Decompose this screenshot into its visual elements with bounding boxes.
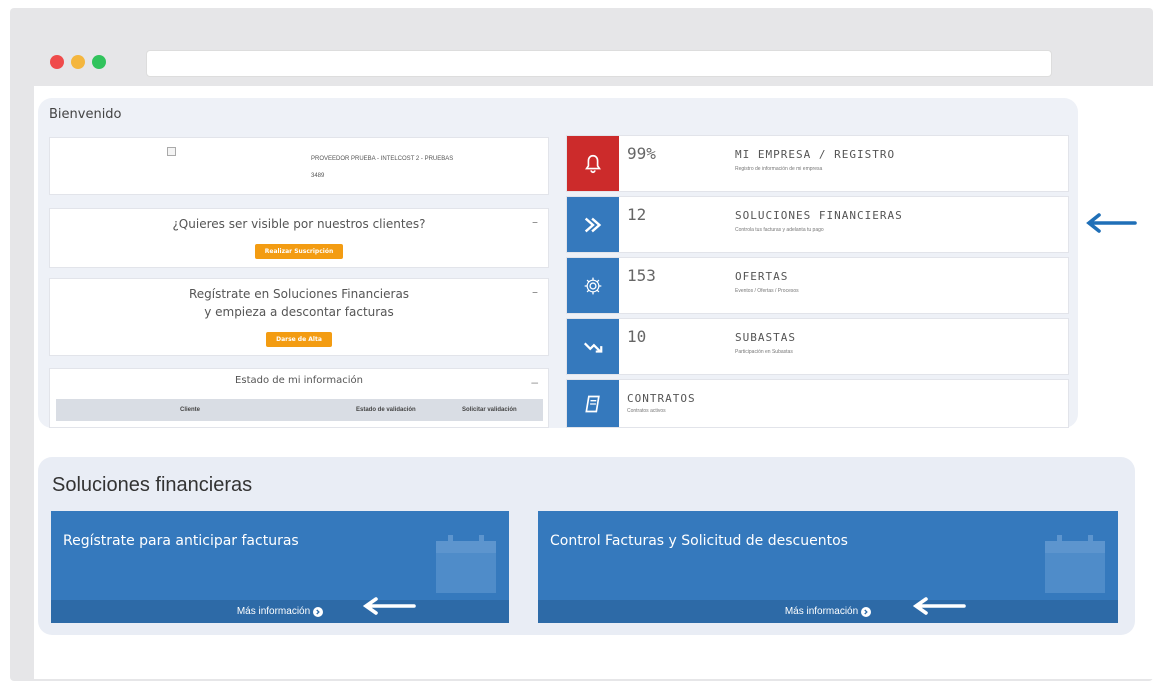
book-icon — [567, 380, 619, 427]
tile-title: SUBASTAS — [735, 331, 796, 344]
tile-offers[interactable]: 153 OFERTAS Eventos / Ofertas / Procesos — [566, 257, 1069, 314]
company-code: 3489 — [311, 173, 325, 179]
more-info-link[interactable]: Más información — [538, 600, 1118, 623]
close-dot[interactable] — [50, 55, 64, 69]
invoice-control-card[interactable]: Control Facturas y Solicitud de descuent… — [538, 511, 1118, 623]
calendar-icon — [1045, 535, 1105, 593]
tile-value: 153 — [627, 266, 656, 285]
broken-image-icon — [167, 147, 176, 156]
collapse-icon[interactable]: – — [532, 285, 538, 299]
card-heading: Control Facturas y Solicitud de descuent… — [550, 533, 848, 549]
left-arrow-icon — [912, 597, 966, 615]
tile-contracts[interactable]: CONTRATOS Contratos activos — [566, 379, 1069, 428]
trend-down-icon — [567, 319, 619, 374]
double-chevron-icon — [567, 197, 619, 252]
tile-subtitle: Participación en Subastas — [735, 349, 793, 355]
tile-title: CONTRATOS — [627, 392, 696, 405]
company-name: PROVEEDOR PRUEBA - INTELCOST 2 - PRUEBAS — [311, 156, 454, 162]
tile-title: OFERTAS — [735, 270, 789, 283]
tile-subtitle: Controla tus facturas y adelanta tu pago — [735, 227, 824, 233]
tile-auctions[interactable]: 10 SUBASTAS Participación en Subastas — [566, 318, 1069, 375]
tile-subtitle: Registro de información de mi empresa — [735, 166, 823, 172]
address-bar[interactable] — [146, 50, 1052, 77]
column-request-validation[interactable]: Solicitar validación — [462, 407, 517, 413]
column-client[interactable]: Cliente — [180, 407, 200, 413]
left-arrow-icon — [362, 597, 416, 615]
register-card: – Regístrate en Soluciones Financieras y… — [49, 278, 549, 356]
more-info-link[interactable]: Más información — [51, 600, 509, 623]
card-heading: Regístrate para anticipar facturas — [63, 533, 299, 549]
info-status-card: – Estado de mi información Cliente Estad… — [49, 368, 549, 428]
subscribe-button[interactable]: Realizar Suscripción — [254, 244, 344, 259]
bell-icon — [567, 136, 619, 191]
register-line2: y empieza a descontar facturas — [204, 305, 394, 319]
circle-arrow-icon — [861, 606, 872, 617]
tile-company-register[interactable]: 99% MI EMPRESA / REGISTRO Registro de in… — [566, 135, 1069, 192]
collapse-icon[interactable]: – — [531, 375, 538, 389]
visibility-card: – ¿Quieres ser visible por nuestros clie… — [49, 208, 549, 268]
info-table-header: Cliente Estado de validación Solicitar v… — [56, 399, 543, 421]
tile-title: SOLUCIONES FINANCIERAS — [735, 209, 903, 222]
tile-financial-solutions[interactable]: 12 SOLUCIONES FINANCIERAS Controla tus f… — [566, 196, 1069, 253]
minimize-dot[interactable] — [71, 55, 85, 69]
left-arrow-icon — [1086, 213, 1137, 233]
tile-value: 99% — [627, 144, 656, 163]
tile-value: 10 — [627, 327, 647, 346]
signup-button[interactable]: Darse de Alta — [266, 332, 332, 347]
info-title: Estado de mi información — [235, 375, 363, 386]
window-controls — [50, 55, 106, 69]
tile-title: MI EMPRESA / REGISTRO — [735, 148, 896, 161]
register-line1: Regístrate en Soluciones Financieras — [188, 287, 410, 301]
maximize-dot[interactable] — [92, 55, 106, 69]
tile-subtitle: Contratos activos — [627, 408, 666, 414]
more-info-label: Más información — [236, 606, 311, 617]
more-info-label: Más información — [784, 606, 859, 617]
collapse-icon[interactable]: – — [532, 215, 538, 229]
financial-solutions-title: Soluciones financieras — [52, 474, 253, 496]
tile-value: 12 — [627, 205, 647, 224]
visibility-question: ¿Quieres ser visible por nuestros client… — [172, 217, 426, 231]
tile-subtitle: Eventos / Ofertas / Procesos — [735, 288, 799, 294]
gear-icon — [567, 258, 619, 313]
circle-arrow-icon — [313, 606, 324, 617]
register-advance-card[interactable]: Regístrate para anticipar facturas Más i… — [51, 511, 509, 623]
welcome-label: Bienvenido — [49, 107, 122, 122]
calendar-icon — [436, 535, 496, 593]
column-validation-status[interactable]: Estado de validación — [356, 407, 416, 413]
profile-card: PROVEEDOR PRUEBA - INTELCOST 2 - PRUEBAS… — [49, 137, 549, 195]
